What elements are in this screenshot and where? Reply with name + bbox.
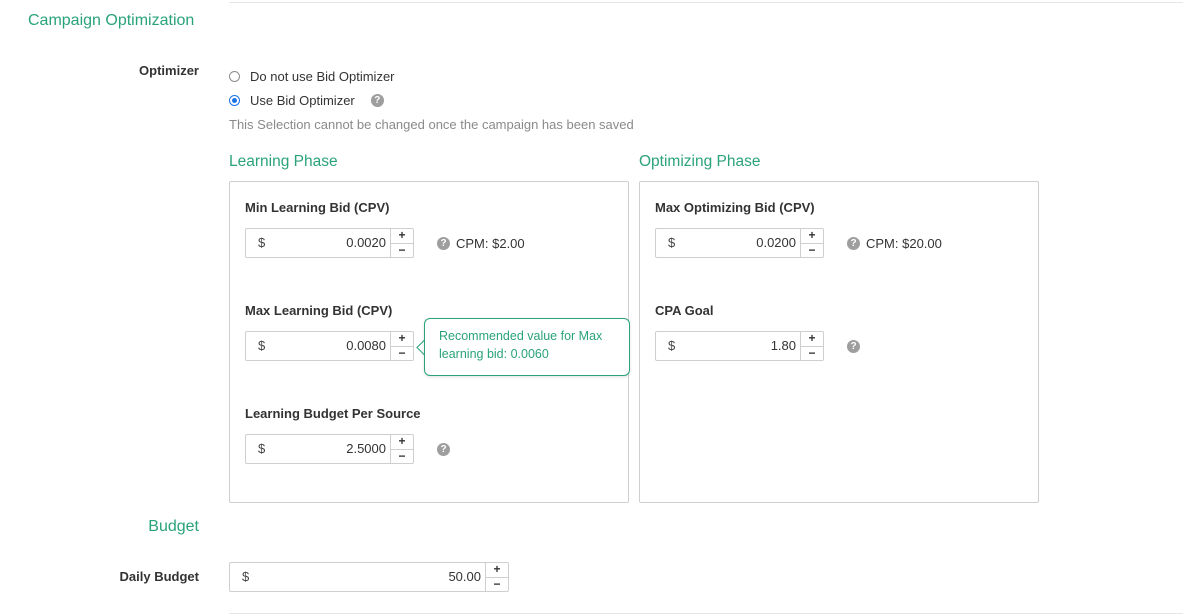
help-icon[interactable]: ? bbox=[437, 237, 450, 250]
bottom-divider bbox=[229, 613, 1183, 614]
decrement-button[interactable]: − bbox=[391, 243, 413, 258]
cpa-goal-value[interactable]: 1.80 bbox=[690, 332, 800, 360]
increment-button[interactable]: + bbox=[486, 563, 508, 578]
help-icon[interactable]: ? bbox=[847, 237, 860, 250]
currency-symbol: $ bbox=[668, 235, 676, 250]
daily-budget-value[interactable]: 50.00 bbox=[264, 563, 485, 591]
currency-symbol: $ bbox=[242, 569, 250, 584]
min-learning-bid-label: Min Learning Bid (CPV) bbox=[245, 200, 390, 215]
max-optimizing-cpm: CPM: $20.00 bbox=[866, 236, 942, 251]
increment-button[interactable]: + bbox=[801, 332, 823, 347]
cpa-goal-label: CPA Goal bbox=[655, 303, 714, 318]
increment-button[interactable]: + bbox=[391, 229, 413, 244]
decrement-button[interactable]: − bbox=[801, 243, 823, 258]
currency-symbol: $ bbox=[258, 338, 266, 353]
optimizing-phase-title: Optimizing Phase bbox=[639, 153, 761, 170]
section-title: Campaign Optimization bbox=[28, 12, 195, 29]
increment-button[interactable]: + bbox=[391, 332, 413, 347]
help-icon[interactable]: ? bbox=[437, 443, 450, 456]
daily-budget-input[interactable]: $ 50.00 + − bbox=[229, 562, 509, 592]
max-learning-bid-value[interactable]: 0.0080 bbox=[280, 332, 390, 360]
radio-button-selected[interactable] bbox=[229, 95, 240, 106]
max-learning-bid-input[interactable]: $ 0.0080 + − bbox=[245, 331, 414, 361]
help-icon[interactable]: ? bbox=[370, 94, 384, 107]
optimizer-note: This Selection cannot be changed once th… bbox=[229, 117, 634, 132]
learning-phase-title: Learning Phase bbox=[229, 153, 338, 170]
decrement-button[interactable]: − bbox=[391, 346, 413, 361]
radio-button[interactable] bbox=[229, 71, 240, 82]
radio-label: Use Bid Optimizer bbox=[250, 93, 355, 108]
radio-no-optimizer[interactable]: Do not use Bid Optimizer bbox=[229, 69, 395, 84]
optimizer-label: Optimizer bbox=[139, 63, 199, 78]
budget-title: Budget bbox=[148, 518, 199, 535]
decrement-button[interactable]: − bbox=[801, 346, 823, 361]
increment-button[interactable]: + bbox=[801, 229, 823, 244]
currency-symbol: $ bbox=[258, 235, 266, 250]
min-learning-cpm: CPM: $2.00 bbox=[456, 236, 525, 251]
learning-budget-value[interactable]: 2.5000 bbox=[280, 435, 390, 463]
recommendation-tooltip: Recommended value for Max learning bid: … bbox=[424, 318, 630, 376]
cpa-goal-input[interactable]: $ 1.80 + − bbox=[655, 331, 824, 361]
help-icon[interactable]: ? bbox=[847, 340, 860, 353]
daily-budget-label: Daily Budget bbox=[119, 569, 199, 584]
learning-budget-label: Learning Budget Per Source bbox=[245, 406, 421, 421]
min-learning-bid-value[interactable]: 0.0020 bbox=[280, 229, 390, 257]
radio-label: Do not use Bid Optimizer bbox=[250, 69, 395, 84]
max-optimizing-bid-label: Max Optimizing Bid (CPV) bbox=[655, 200, 815, 215]
min-learning-bid-input[interactable]: $ 0.0020 + − bbox=[245, 228, 414, 258]
max-optimizing-bid-value[interactable]: 0.0200 bbox=[690, 229, 800, 257]
max-learning-bid-label: Max Learning Bid (CPV) bbox=[245, 303, 393, 318]
top-divider bbox=[229, 2, 1183, 3]
currency-symbol: $ bbox=[668, 338, 676, 353]
radio-use-optimizer[interactable]: Use Bid Optimizer ? bbox=[229, 93, 384, 108]
increment-button[interactable]: + bbox=[391, 435, 413, 450]
decrement-button[interactable]: − bbox=[391, 449, 413, 464]
max-optimizing-bid-input[interactable]: $ 0.0200 + − bbox=[655, 228, 824, 258]
currency-symbol: $ bbox=[258, 441, 266, 456]
learning-budget-input[interactable]: $ 2.5000 + − bbox=[245, 434, 414, 464]
decrement-button[interactable]: − bbox=[486, 577, 508, 592]
